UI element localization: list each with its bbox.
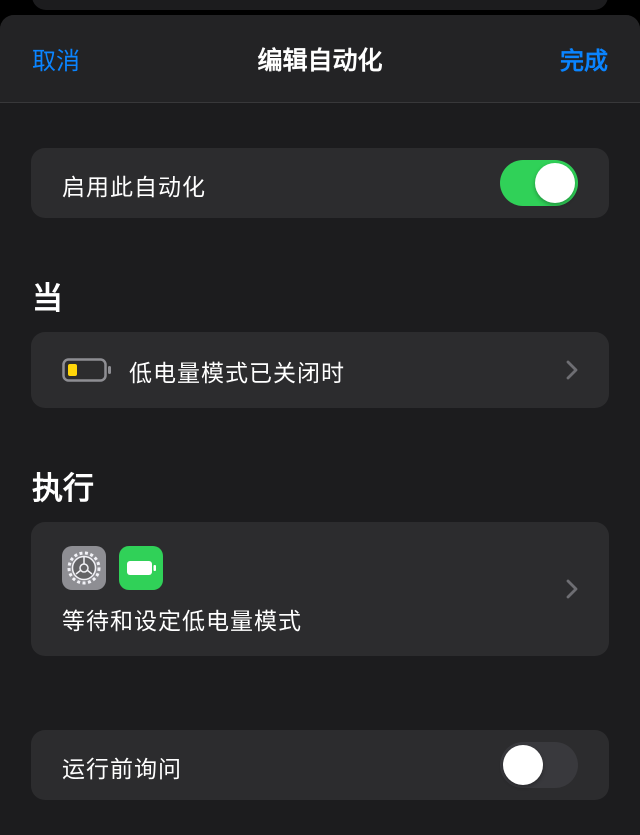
- toggle-knob: [503, 745, 543, 785]
- ask-before-running-row: 运行前询问: [31, 730, 609, 800]
- enable-automation-label: 启用此自动化: [62, 175, 206, 201]
- action-row[interactable]: 等待和设定低电量模式: [31, 522, 609, 656]
- page-title: 编辑自动化: [257, 46, 383, 75]
- done-button[interactable]: 完成: [560, 41, 608, 76]
- battery-icon: [119, 546, 163, 594]
- trigger-row[interactable]: 低电量模式已关闭时: [31, 332, 609, 408]
- background-sheet-edge: [32, 0, 608, 10]
- chevron-right-icon: [565, 578, 579, 600]
- when-section-header: 当: [32, 281, 63, 317]
- settings-gear-icon: [62, 546, 106, 594]
- edit-automation-sheet: 取消 编辑自动化 完成 启用此自动化 当 低电量模式已关闭时 执行 等待和设定低…: [0, 15, 640, 835]
- enable-automation-toggle[interactable]: [500, 160, 578, 206]
- trigger-label: 低电量模式已关闭时: [129, 361, 345, 387]
- ask-before-running-label: 运行前询问: [62, 757, 182, 783]
- chevron-right-icon: [565, 359, 579, 381]
- battery-low-icon: [62, 358, 112, 386]
- action-label: 等待和设定低电量模式: [62, 609, 302, 635]
- enable-automation-row: 启用此自动化: [31, 148, 609, 218]
- ask-before-running-toggle[interactable]: [500, 742, 578, 788]
- do-section-header: 执行: [32, 471, 94, 507]
- toggle-knob: [535, 163, 575, 203]
- nav-bar: 取消 编辑自动化 完成: [0, 15, 640, 103]
